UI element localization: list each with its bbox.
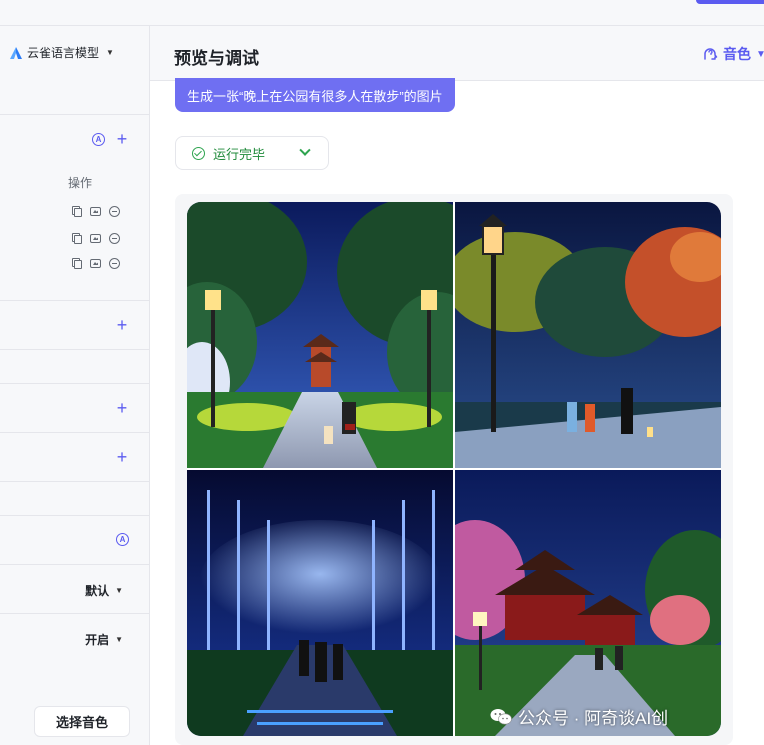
voice-tab-label: 音色 bbox=[723, 46, 751, 62]
add-knowledge-plus-icon[interactable]: + bbox=[115, 399, 129, 417]
divider bbox=[0, 114, 150, 115]
toggle-select-value: 开启 bbox=[85, 633, 110, 647]
ops-column-label: 操作 bbox=[68, 176, 93, 190]
image-icon[interactable] bbox=[90, 259, 101, 268]
divider bbox=[0, 432, 150, 433]
remove-icon[interactable] bbox=[109, 258, 120, 269]
default-select[interactable]: 默认 ▼ bbox=[85, 582, 123, 599]
remove-icon[interactable] bbox=[109, 206, 120, 217]
caret-down-icon: ▼ bbox=[115, 635, 123, 644]
image-icon[interactable] bbox=[90, 207, 101, 216]
chevron-down-icon bbox=[299, 144, 311, 156]
user-prompt-bubble: 生成一张“晚上在公园有很多人在散步”的图片 bbox=[175, 78, 455, 112]
generated-image-1[interactable] bbox=[187, 202, 453, 468]
copy-icon[interactable] bbox=[74, 208, 82, 217]
check-circle-icon bbox=[192, 146, 205, 160]
add-workflow-plus-icon[interactable]: + bbox=[115, 316, 129, 334]
divider bbox=[0, 349, 150, 350]
model-selector[interactable]: 云雀语言模型 ▼ bbox=[10, 44, 114, 61]
voice-head-icon bbox=[704, 48, 718, 60]
toggle-select[interactable]: 开启 ▼ bbox=[85, 631, 123, 648]
config-sidebar: 云雀语言模型 ▼ A + 操作 + + + A 默认 ▼ 开启 ▼ 选择音色 bbox=[0, 26, 150, 745]
auto-a-icon[interactable]: A bbox=[116, 533, 129, 546]
run-status-text: 运行完毕 bbox=[213, 146, 266, 162]
generated-image-3[interactable] bbox=[187, 470, 453, 736]
image-icon[interactable] bbox=[90, 234, 101, 243]
select-voice-button[interactable]: 选择音色 bbox=[34, 706, 130, 737]
default-select-value: 默认 bbox=[85, 584, 110, 598]
caret-down-icon: ▼ bbox=[115, 586, 123, 595]
add-variable-plus-icon[interactable]: + bbox=[115, 448, 129, 466]
model-name: 云雀语言模型 bbox=[27, 46, 100, 60]
divider bbox=[0, 613, 150, 614]
page-title: 预览与调试 bbox=[174, 49, 259, 68]
divider bbox=[0, 481, 150, 482]
generated-image-grid bbox=[187, 202, 721, 736]
divider bbox=[0, 383, 150, 384]
auto-a-icon[interactable]: A bbox=[92, 133, 105, 146]
top-action-button[interactable] bbox=[696, 0, 764, 4]
wechat-watermark: 公众号 · 阿奇谈AI创 bbox=[490, 704, 668, 729]
preview-header: 预览与调试 音色 ▼ bbox=[150, 26, 764, 81]
copy-icon[interactable] bbox=[74, 260, 82, 269]
chevron-down-icon: ▼ bbox=[756, 48, 764, 60]
ops-row-2 bbox=[74, 233, 120, 244]
wechat-icon bbox=[490, 708, 512, 724]
caret-down-icon: ▼ bbox=[106, 48, 114, 57]
ops-row-1 bbox=[74, 206, 120, 217]
top-bar bbox=[0, 0, 764, 26]
generated-image-2[interactable] bbox=[455, 202, 721, 468]
divider bbox=[0, 564, 150, 565]
ops-row-3 bbox=[74, 258, 120, 269]
lark-model-icon bbox=[10, 46, 22, 59]
watermark-text: 公众号 · 阿奇谈AI创 bbox=[518, 709, 669, 728]
run-status-dropdown[interactable]: 运行完毕 bbox=[175, 136, 329, 170]
divider bbox=[0, 300, 150, 301]
generated-image-4[interactable] bbox=[455, 470, 721, 736]
add-plugin-plus-icon[interactable]: + bbox=[115, 130, 129, 148]
divider bbox=[0, 515, 150, 516]
copy-icon[interactable] bbox=[74, 235, 82, 244]
remove-icon[interactable] bbox=[109, 233, 120, 244]
voice-tab[interactable]: 音色 ▼ bbox=[702, 44, 764, 64]
